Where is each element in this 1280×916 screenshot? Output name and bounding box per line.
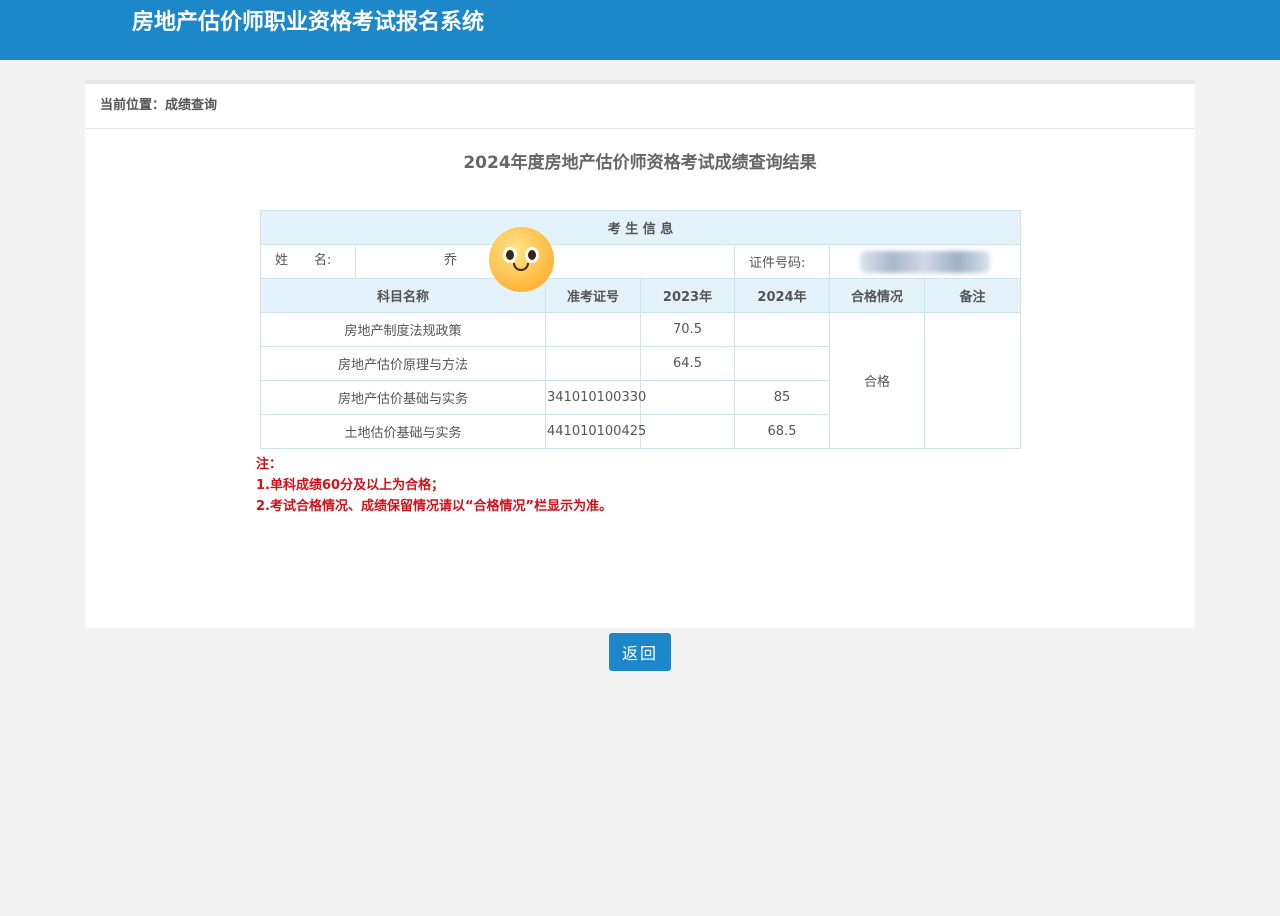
score-table: 考 生 信 息 姓 名: 乔 证件号码: 科目名称 准考证号 2023年 202… xyxy=(259,210,1022,449)
candidate-info-header: 考 生 信 息 xyxy=(259,210,1022,245)
subject-cell: 土地估价基础与实务 xyxy=(260,414,546,449)
ticket-cell xyxy=(545,312,641,347)
sticker-eye-right xyxy=(525,247,539,263)
breadcrumb: 当前位置：成绩查询 xyxy=(85,84,1195,129)
subject-cell: 房地产估价基础与实务 xyxy=(260,380,546,415)
score-2024-cell: 68.5 xyxy=(734,414,830,449)
col-ticket: 准考证号 xyxy=(545,278,641,313)
table-row: 房地产制度法规政策 70.5 合格 xyxy=(260,312,1022,449)
candidate-info-row: 姓 名: 乔 证件号码: xyxy=(260,244,1022,279)
redacted-id xyxy=(860,250,990,273)
score-2024-cell xyxy=(734,346,830,381)
sticker-eye-left xyxy=(503,247,517,263)
name-value-cell xyxy=(545,244,735,279)
col-remark: 备注 xyxy=(923,278,1022,313)
remark-cell xyxy=(923,312,1022,449)
ticket-cell: 341010100330 xyxy=(545,380,646,415)
score-2023-cell: 64.5 xyxy=(640,346,735,381)
smiley-sticker-icon xyxy=(489,227,554,292)
subject-cell: 房地产估价原理与方法 xyxy=(260,346,546,381)
score-2023-cell xyxy=(640,380,735,415)
page-title: 2024年度房地产估价师资格考试成绩查询结果 xyxy=(463,153,817,173)
pass-status-cell: 合格 xyxy=(829,312,925,449)
score-2024-cell xyxy=(734,312,830,347)
top-banner: 房地产估价师职业资格考试报名系统 xyxy=(0,0,1280,60)
id-value xyxy=(828,244,1022,279)
col-pass: 合格情况 xyxy=(829,278,925,313)
column-header-row: 科目名称 准考证号 2023年 2024年 合格情况 备注 xyxy=(260,278,1022,313)
content-panel: 当前位置：成绩查询 2024年度房地产估价师资格考试成绩查询结果 考 生 信 息… xyxy=(85,80,1195,628)
ticket-cell: 441010100425 xyxy=(545,414,646,449)
notes: 注： 1.单科成绩60分及以上为合格； 2.考试合格情况、成绩保留情况请以“合格… xyxy=(256,454,612,517)
id-label: 证件号码: xyxy=(734,244,830,279)
score-2023-cell xyxy=(640,414,735,449)
back-button[interactable]: 返回 xyxy=(609,633,671,671)
score-2024-cell: 85 xyxy=(734,380,830,415)
ticket-cell xyxy=(545,346,641,381)
col-2024: 2024年 xyxy=(734,278,830,313)
col-2023: 2023年 xyxy=(640,278,735,313)
name-label: 姓 名: xyxy=(261,245,356,278)
notes-title: 注： xyxy=(256,457,283,472)
sticker-mouth xyxy=(513,263,529,271)
notes-line-1: 1.单科成绩60分及以上为合格； xyxy=(256,478,445,493)
score-2023-cell: 70.5 xyxy=(640,312,735,347)
app-title: 房地产估价师职业资格考试报名系统 xyxy=(132,10,485,35)
notes-line-2: 2.考试合格情况、成绩保留情况请以“合格情况”栏显示为准。 xyxy=(256,499,613,514)
subject-cell: 房地产制度法规政策 xyxy=(260,312,546,347)
